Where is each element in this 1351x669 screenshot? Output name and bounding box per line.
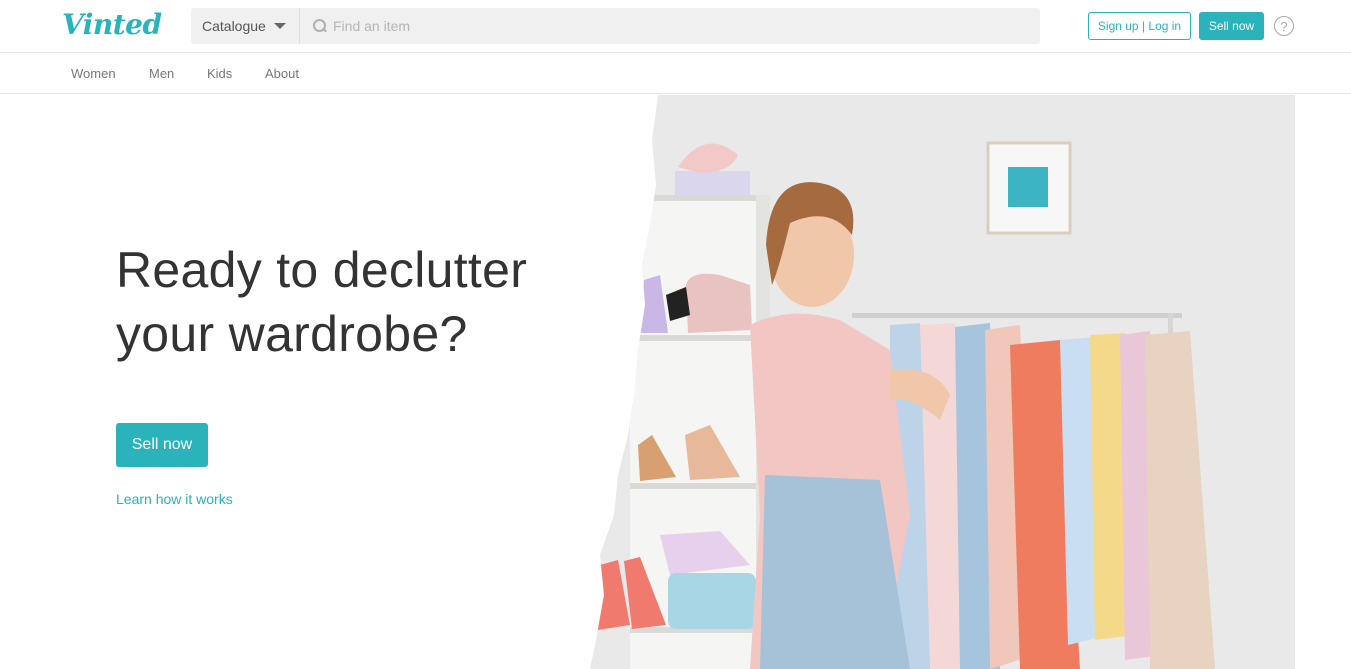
search-bar: Catalogue	[191, 8, 1040, 44]
nav-item-men[interactable]: Men	[149, 66, 174, 81]
catalogue-dropdown[interactable]: Catalogue	[191, 8, 300, 44]
catalogue-label: Catalogue	[202, 18, 266, 34]
hero-image	[590, 95, 1295, 669]
nav-item-about[interactable]: About	[265, 66, 299, 81]
search-icon	[313, 19, 327, 33]
woman-with-clothes-rack-photo-icon	[590, 95, 1295, 669]
signup-login-button[interactable]: Sign up | Log in	[1088, 12, 1191, 40]
hero-title-line2: your wardrobe?	[116, 306, 468, 362]
hero-title-line1: Ready to declutter	[116, 242, 528, 298]
search-input[interactable]	[333, 18, 1013, 34]
hero-title: Ready to declutter your wardrobe?	[116, 238, 596, 366]
sell-now-header-button[interactable]: Sell now	[1199, 12, 1264, 40]
sell-now-hero-button[interactable]: Sell now	[116, 423, 208, 467]
vinted-logo[interactable]: Vinted	[62, 8, 162, 41]
help-icon[interactable]: ?	[1274, 16, 1294, 36]
nav-item-women[interactable]: Women	[71, 66, 116, 81]
learn-how-it-works-link[interactable]: Learn how it works	[116, 491, 233, 507]
chevron-down-icon	[273, 23, 286, 29]
category-nav: Women Men Kids About	[0, 53, 1351, 94]
top-header: Vinted Catalogue Sign up | Log in Sell n…	[0, 0, 1351, 53]
nav-item-kids[interactable]: Kids	[207, 66, 232, 81]
